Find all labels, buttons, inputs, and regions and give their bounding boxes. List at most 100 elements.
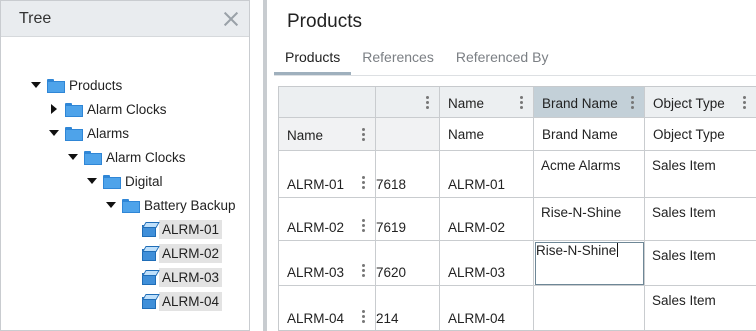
brand-name-cell[interactable]: Rise-N-Shine (534, 198, 645, 241)
text-caret (617, 243, 619, 257)
product-item-icon (141, 246, 156, 261)
name-cell[interactable]: ALRM-04 (440, 286, 534, 330)
column-header-object-type[interactable]: Object Type (645, 87, 756, 118)
subheader-cell-name: Name (440, 118, 534, 151)
column-header-brand-name[interactable]: Brand Name (534, 87, 645, 118)
object-type-cell[interactable]: Sales Item (645, 151, 756, 198)
close-icon[interactable] (223, 11, 239, 27)
tree-node-label: Products (69, 77, 123, 93)
table-row[interactable]: ALRM-01 7618 ALRM-01 Acme Alarms Sales I… (279, 151, 756, 198)
brand-name-cell[interactable] (534, 286, 645, 330)
row-name-text: ALRM-01 (287, 177, 345, 192)
tree-node-digital[interactable]: Digital (87, 170, 166, 192)
collapse-arrow-icon[interactable] (68, 152, 78, 162)
column-menu-icon[interactable] (426, 96, 429, 109)
tree-node-label: ALRM-01 (159, 219, 223, 239)
row-name-cell[interactable]: ALRM-04 (279, 286, 376, 330)
column-header-name-pinned[interactable] (279, 87, 376, 118)
column-menu-icon[interactable] (362, 128, 365, 141)
subheader-cell-object-type: Object Type (645, 118, 756, 151)
name-cell[interactable]: ALRM-02 (440, 198, 534, 241)
name-cell[interactable]: ALRM-01 (440, 151, 534, 198)
tree-node-alarm-clocks-sub[interactable]: Alarm Clocks (68, 146, 189, 168)
row-name-cell[interactable]: ALRM-03 (279, 241, 376, 286)
id-text: 7620 (376, 265, 407, 280)
folder-icon (65, 127, 83, 141)
column-menu-icon[interactable] (743, 96, 746, 109)
table-row[interactable]: ALRM-03 7620 ALRM-03 Rise-N-Shine Sales … (279, 241, 756, 286)
object-type-text: Sales Item (652, 293, 716, 308)
tree-node-label: ALRM-03 (159, 267, 223, 287)
brand-name-text: Rise-N-Shine (541, 205, 622, 220)
object-type-cell[interactable]: Sales Item (645, 198, 756, 241)
tree-node-alrm-02[interactable]: ALRM-02 (141, 242, 223, 264)
id-cell[interactable]: 7619 (376, 198, 440, 241)
tab-products[interactable]: Products (274, 44, 352, 75)
row-menu-icon[interactable] (362, 264, 365, 277)
id-cell[interactable]: 7618 (376, 151, 440, 198)
row-menu-icon[interactable] (362, 176, 365, 189)
table-row[interactable]: ALRM-02 7619 ALRM-02 Rise-N-Shine Sales … (279, 198, 756, 241)
tree-node-alrm-04[interactable]: ALRM-04 (141, 290, 223, 312)
table-row[interactable]: ALRM-04 214 ALRM-04 Sales Item (279, 286, 756, 330)
brand-name-cell[interactable]: Acme Alarms (534, 151, 645, 198)
id-cell[interactable]: 7620 (376, 241, 440, 286)
folder-icon (122, 199, 140, 213)
panel-splitter[interactable] (263, 0, 267, 331)
brand-name-edit-input[interactable]: Rise-N-Shine (534, 241, 645, 286)
subheader-label: Object Type (653, 127, 725, 142)
page-title: Products (287, 11, 362, 32)
subheader-cell-id (376, 118, 440, 151)
row-menu-icon[interactable] (362, 310, 365, 323)
tree-node-alrm-01[interactable]: ALRM-01 (141, 218, 223, 240)
tree-node-label: Digital (125, 173, 163, 189)
column-menu-icon[interactable] (631, 96, 634, 109)
folder-icon (84, 151, 102, 165)
expand-arrow-icon[interactable] (49, 104, 59, 114)
tab-references[interactable]: References (351, 44, 445, 75)
name-text: ALRM-03 (448, 265, 506, 280)
object-type-cell[interactable]: Sales Item (645, 241, 756, 286)
row-name-cell[interactable]: ALRM-01 (279, 151, 376, 198)
tree-node-battery-backup[interactable]: Battery Backup (106, 194, 239, 216)
id-cell[interactable]: 214 (376, 286, 440, 330)
object-type-cell[interactable]: Sales Item (645, 286, 756, 330)
tree-title: Tree (19, 9, 52, 27)
folder-icon (65, 103, 83, 117)
collapse-arrow-icon[interactable] (31, 80, 41, 90)
brand-name-text: Acme Alarms (541, 158, 621, 173)
subheader-label: Name (448, 127, 485, 142)
collapse-arrow-icon[interactable] (106, 200, 116, 210)
tree-node-label: Alarms (87, 125, 130, 141)
tree-node-label: Alarm Clocks (106, 149, 186, 165)
tree-node-label: ALRM-04 (159, 291, 223, 311)
tree-node-alarms[interactable]: Alarms (49, 122, 132, 144)
collapse-arrow-icon[interactable] (87, 176, 97, 186)
tree-node-alrm-03[interactable]: ALRM-03 (141, 266, 223, 288)
column-header-label: Object Type (653, 96, 725, 111)
tree-panel: Tree Products Alarm Clocks Alarms Alarm … (0, 0, 250, 331)
row-name-text: ALRM-04 (287, 311, 345, 326)
brand-name-edit-value: Rise-N-Shine (536, 243, 619, 258)
tab-referenced-by[interactable]: Referenced By (445, 44, 560, 75)
row-name-cell[interactable]: ALRM-02 (279, 198, 376, 241)
column-header-id[interactable] (376, 87, 440, 118)
product-item-icon (141, 222, 156, 237)
row-menu-icon[interactable] (362, 219, 365, 232)
column-menu-icon[interactable] (520, 96, 523, 109)
column-header-name[interactable]: Name (440, 87, 534, 118)
id-text: 7618 (376, 177, 407, 192)
tree-node-products[interactable]: Products (31, 74, 125, 96)
tree-node-label: Alarm Clocks (87, 101, 167, 117)
name-text: ALRM-04 (448, 311, 506, 326)
pinned-name-header[interactable]: Name (279, 118, 376, 151)
tree-node-label: ALRM-02 (159, 243, 223, 263)
name-cell[interactable]: ALRM-03 (440, 241, 534, 286)
product-item-icon (141, 294, 156, 309)
tree-node-label: Battery Backup (144, 197, 236, 213)
object-type-text: Sales Item (652, 158, 716, 173)
tree-node-alarm-clocks[interactable]: Alarm Clocks (49, 98, 170, 120)
name-text: ALRM-02 (448, 220, 506, 235)
collapse-arrow-icon[interactable] (49, 128, 59, 138)
column-header-label: Name (448, 96, 485, 111)
